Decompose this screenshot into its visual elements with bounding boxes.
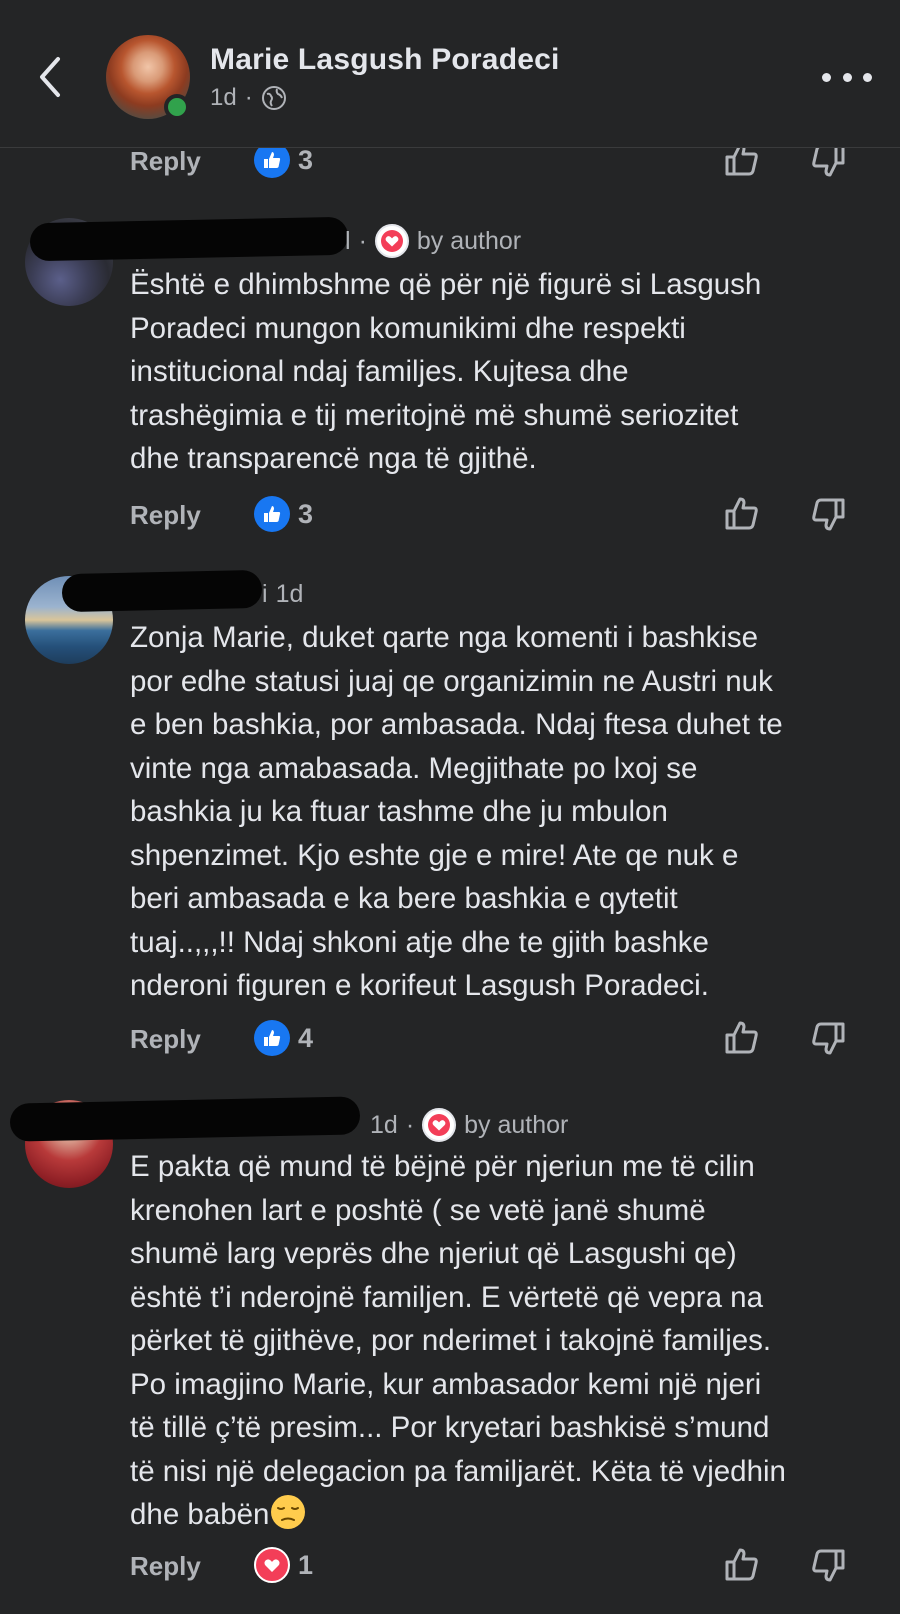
comment-text-body: E pakta që mund të bëjnë për njeriun me … (130, 1150, 786, 1531)
thumbs-down-icon[interactable] (808, 494, 848, 534)
reply-button[interactable]: Reply (130, 146, 201, 177)
thumbs-down-icon[interactable] (808, 1018, 848, 1058)
author-badge: by author (464, 1110, 569, 1139)
globe-icon (261, 85, 287, 111)
comment-text: E pakta që mund të bëjnë për njeriun me … (130, 1145, 890, 1537)
thumbs-down-icon[interactable] (808, 1545, 848, 1585)
pensive-face-icon (271, 1495, 306, 1529)
comment-meta: l · by author (345, 224, 521, 258)
reaction-count[interactable]: 1 (298, 1550, 313, 1581)
reply-button[interactable]: Reply (130, 1551, 201, 1582)
comment-actions: Reply 1 (130, 1545, 870, 1589)
more-icon-dot (842, 72, 852, 82)
post-meta: 1d · (210, 84, 287, 112)
comment-actions: Reply 3 (130, 494, 870, 538)
reaction-count[interactable]: 4 (298, 1023, 313, 1054)
meta-separator: · (244, 84, 253, 111)
comment-meta: 1d · by author (370, 1108, 568, 1142)
like-icon[interactable] (254, 496, 290, 532)
reply-button[interactable]: Reply (130, 500, 201, 531)
reply-button[interactable]: Reply (130, 1024, 201, 1055)
comment-text: Është e dhimbshme që për një figurë si L… (130, 268, 762, 475)
back-arrow-icon (40, 57, 60, 97)
thumbs-up-icon[interactable] (722, 494, 762, 534)
more-icon-dot (863, 72, 872, 82)
comment-time[interactable]: 1d (276, 580, 304, 609)
heart-icon (422, 1108, 457, 1142)
love-icon[interactable] (254, 1547, 290, 1583)
author-badge: by author (416, 226, 522, 255)
reaction-count[interactable]: 3 (298, 145, 313, 176)
redacted-author-name (61, 569, 263, 613)
post-header: Marie Lasgush Poradeci 1d · (0, 0, 900, 148)
comment-text: Zonja Marie, duket qarte nga komenti i b… (130, 621, 783, 1002)
post-time[interactable]: 1d (210, 84, 237, 112)
comment-actions: Reply 4 (130, 1018, 870, 1062)
meta-separator: · (358, 226, 367, 255)
redacted-author-name (9, 1096, 361, 1142)
more-icon-dot (822, 72, 831, 82)
like-icon[interactable] (254, 1020, 290, 1056)
author-fragment: i (262, 580, 268, 608)
more-options-button[interactable] (822, 62, 872, 92)
online-status-icon (164, 94, 190, 120)
author-fragment: 1d (370, 1110, 398, 1139)
author-fragment: l (345, 226, 351, 255)
heart-icon (374, 224, 409, 258)
thumbs-up-icon[interactable] (722, 1018, 762, 1058)
back-button[interactable] (30, 52, 70, 102)
author-name[interactable]: Marie Lasgush Poradeci (210, 43, 560, 77)
thumbs-up-icon[interactable] (722, 1545, 762, 1585)
reaction-count[interactable]: 3 (298, 499, 313, 530)
comment-meta: i 1d (262, 580, 303, 609)
redacted-author-name (29, 216, 349, 262)
meta-separator: · (405, 1110, 415, 1139)
